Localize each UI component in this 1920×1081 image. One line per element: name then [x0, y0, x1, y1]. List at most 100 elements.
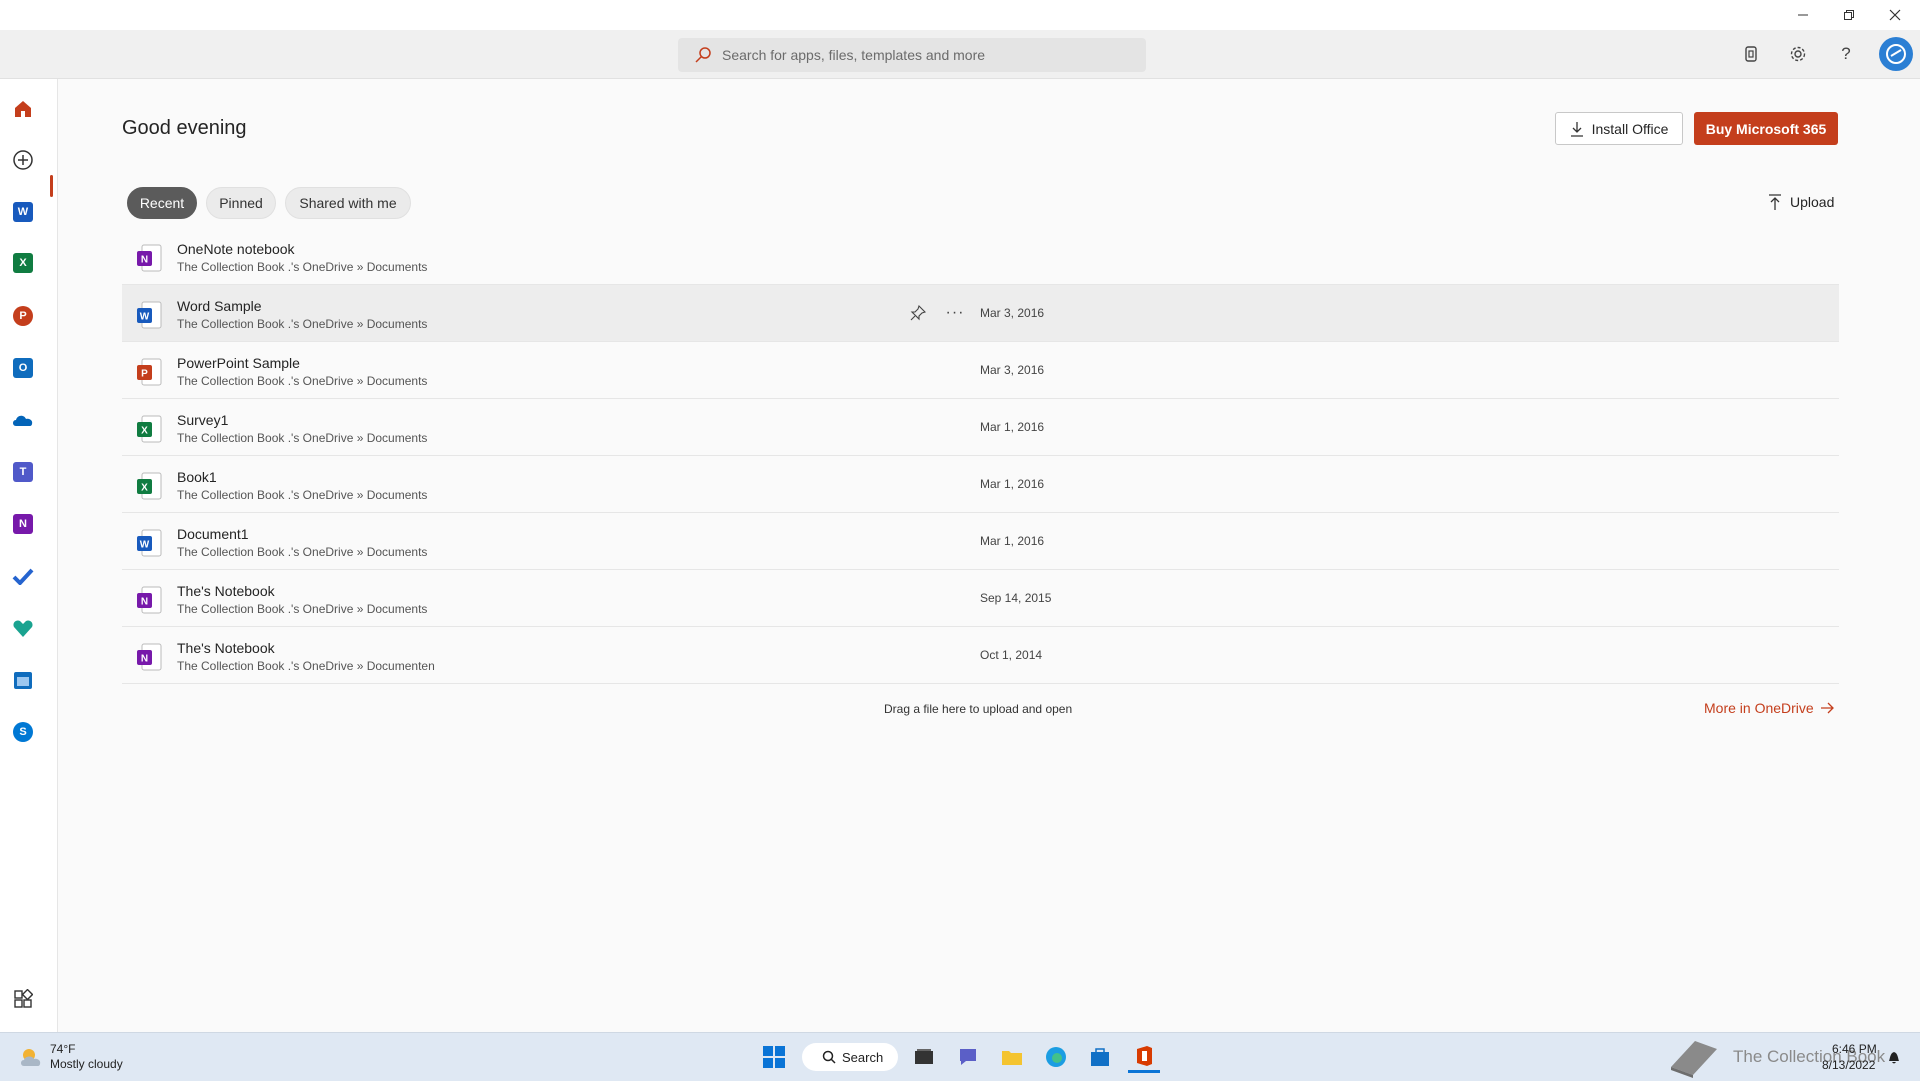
rail-powerpoint[interactable]: P	[9, 302, 37, 330]
gear-icon	[1790, 46, 1806, 62]
clock-time[interactable]: 6:46 PM	[1832, 1042, 1877, 1056]
restore-icon	[1844, 10, 1854, 20]
book-watermark-icon	[1663, 1035, 1723, 1079]
file-row[interactable]: N OneNote notebook The Collection Book .…	[122, 228, 1839, 285]
plus-circle-icon	[13, 150, 33, 170]
file-date: Mar 3, 2016	[980, 363, 1045, 377]
notification-button[interactable]	[1882, 1041, 1906, 1073]
file-name: Survey1	[177, 412, 229, 428]
search-placeholder: Search for apps, files, templates and mo…	[722, 47, 986, 63]
rail-home[interactable]	[9, 95, 37, 123]
rail-family-safety[interactable]	[9, 614, 37, 642]
app-rail: W X P O T N S	[0, 79, 58, 1032]
rail-apps[interactable]	[9, 985, 37, 1013]
tab-pinned[interactable]: Pinned	[206, 187, 276, 219]
close-icon	[1889, 9, 1901, 21]
rail-create[interactable]	[9, 146, 37, 174]
rail-calendar[interactable]	[9, 666, 37, 694]
upload-button[interactable]: Upload	[1768, 190, 1834, 214]
file-row[interactable]: X Book1 The Collection Book .'s OneDrive…	[122, 456, 1839, 513]
arrow-right-icon	[1820, 702, 1834, 714]
word-file-icon: W	[136, 301, 162, 329]
svg-text:X: X	[141, 483, 148, 494]
tab-recent[interactable]: Recent	[127, 187, 197, 219]
svg-text:W: W	[140, 312, 150, 323]
excel-file-icon: X	[136, 415, 162, 443]
install-office-button[interactable]: Install Office	[1555, 112, 1683, 145]
apps-grid-icon	[14, 989, 33, 1008]
minimize-button[interactable]	[1780, 0, 1826, 30]
account-avatar[interactable]	[1879, 37, 1913, 71]
upload-icon	[1769, 194, 1781, 210]
rail-skype[interactable]: S	[9, 718, 37, 746]
office-button[interactable]	[1128, 1041, 1160, 1073]
family-safety-icon	[13, 620, 33, 637]
file-explorer-button[interactable]	[996, 1041, 1028, 1073]
weather-widget[interactable]: 74°F Mostly cloudy	[18, 1042, 123, 1072]
rail-onenote[interactable]: N	[9, 510, 37, 538]
pin-icon	[910, 305, 926, 321]
file-row[interactable]: W Document1 The Collection Book .'s OneD…	[122, 513, 1839, 570]
chat-icon	[960, 1049, 976, 1065]
buy-microsoft-365-button[interactable]: Buy Microsoft 365	[1694, 112, 1838, 145]
svg-text:N: N	[141, 654, 148, 665]
file-name: Book1	[177, 469, 217, 485]
restore-button[interactable]	[1826, 0, 1872, 30]
onenote-icon: N	[13, 514, 33, 534]
rail-word[interactable]: W	[9, 198, 37, 226]
rail-outlook[interactable]: O	[9, 354, 37, 382]
file-row[interactable]: N The's Notebook The Collection Book .'s…	[122, 570, 1839, 627]
recent-files-list: N OneNote notebook The Collection Book .…	[122, 228, 1839, 684]
teams-chat-button[interactable]	[952, 1041, 984, 1073]
svg-text:N: N	[141, 255, 148, 266]
excel-icon: X	[13, 253, 33, 273]
store-button[interactable]	[1084, 1041, 1116, 1073]
skype-icon: S	[13, 722, 33, 742]
file-path: The Collection Book .'s OneDrive » Docum…	[177, 374, 428, 388]
tab-shared-with-me[interactable]: Shared with me	[285, 187, 411, 219]
more-options-button[interactable]: ···	[943, 301, 967, 325]
weather-desc: Mostly cloudy	[50, 1057, 123, 1071]
onenote-file-icon: N	[136, 643, 162, 671]
file-row[interactable]: N The's Notebook The Collection Book .'s…	[122, 627, 1839, 684]
file-date: Oct 1, 2014	[980, 648, 1043, 662]
onedrive-icon	[13, 415, 33, 426]
edge-button[interactable]	[1040, 1041, 1072, 1073]
help-button[interactable]: ?	[1832, 40, 1860, 68]
file-path: The Collection Book .'s OneDrive » Docum…	[177, 317, 428, 331]
file-date: Mar 1, 2016	[980, 534, 1045, 548]
file-row[interactable]: X Survey1 The Collection Book .'s OneDri…	[122, 399, 1839, 456]
task-view-button[interactable]	[908, 1041, 940, 1073]
cloudy-weather-icon	[21, 1049, 41, 1066]
powerpoint-file-icon: P	[136, 358, 162, 386]
taskbar-search[interactable]: Search	[802, 1043, 898, 1071]
more-in-onedrive-link[interactable]: More in OneDrive	[1704, 700, 1834, 716]
teams-icon: T	[13, 462, 33, 482]
file-name: The's Notebook	[177, 640, 275, 656]
file-row[interactable]: P PowerPoint Sample The Collection Book …	[122, 342, 1839, 399]
svg-text:W: W	[140, 540, 150, 551]
rail-teams[interactable]: T	[9, 458, 37, 486]
help-icon: ?	[1841, 44, 1851, 63]
upload-label: Upload	[1790, 194, 1835, 210]
svg-text:N: N	[141, 597, 148, 608]
close-button[interactable]	[1872, 0, 1918, 30]
store-icon	[1091, 1048, 1109, 1066]
todo-icon	[12, 568, 34, 585]
pin-button[interactable]	[906, 301, 930, 325]
search-input[interactable]: Search for apps, files, templates and mo…	[678, 38, 1146, 72]
file-row[interactable]: W Word Sample The Collection Book .'s On…	[122, 285, 1839, 342]
buy-label: Buy Microsoft 365	[1705, 120, 1827, 137]
onenote-file-icon: N	[136, 244, 162, 272]
start-button[interactable]	[758, 1041, 790, 1073]
active-indicator	[50, 175, 53, 197]
rail-excel[interactable]: X	[9, 249, 37, 277]
file-date: Mar 1, 2016	[980, 477, 1045, 491]
rail-todo[interactable]	[9, 562, 37, 590]
settings-button[interactable]	[1784, 40, 1812, 68]
file-path: The Collection Book .'s OneDrive » Docum…	[177, 659, 435, 673]
clock-date[interactable]: 8/13/2022	[1822, 1058, 1875, 1072]
device-button[interactable]	[1737, 40, 1765, 68]
avatar-logo-icon	[1886, 44, 1906, 64]
rail-onedrive[interactable]	[9, 406, 37, 434]
